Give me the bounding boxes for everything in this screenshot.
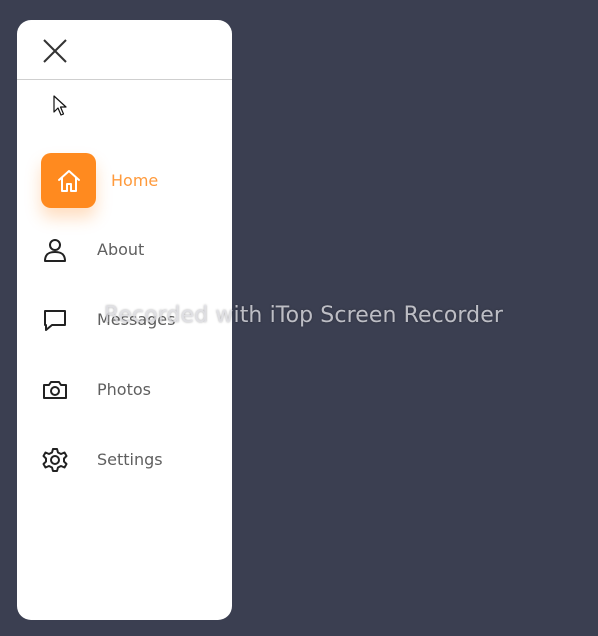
close-icon [43,39,67,63]
side-navigation-panel: Home About Messages Photos Settings [17,20,232,620]
nav-item-label: Messages [97,310,176,329]
nav-item-label: Settings [97,450,163,469]
home-icon [41,153,96,208]
mouse-cursor-icon [53,95,67,116]
nav-item-label: About [97,240,145,259]
nav-item-label: Home [111,171,159,190]
nav-item-about[interactable]: About [17,222,232,278]
gear-icon [39,446,71,474]
nav-item-label: Photos [97,380,151,399]
nav-item-settings[interactable]: Settings [17,432,232,488]
camera-icon [39,376,71,404]
chat-bubble-icon [39,306,71,334]
nav-item-messages[interactable]: Messages [17,292,232,348]
panel-header [17,20,232,80]
user-icon [39,236,71,264]
nav-item-photos[interactable]: Photos [17,362,232,418]
nav-item-home[interactable]: Home [17,153,232,209]
close-button[interactable] [41,38,69,64]
